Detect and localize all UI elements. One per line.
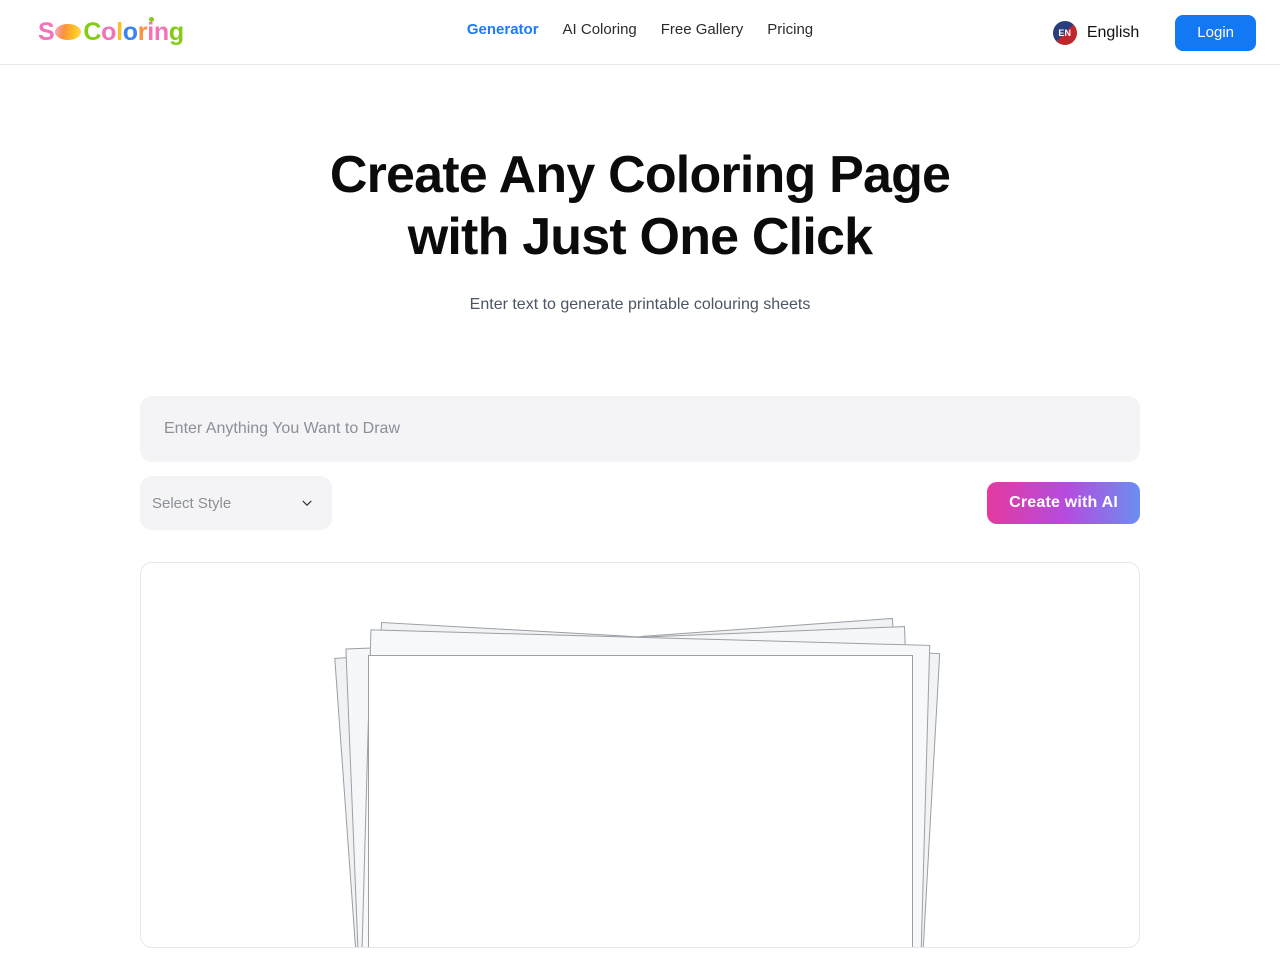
prompt-input[interactable]: [140, 396, 1140, 462]
header-actions: EN English Login: [1052, 0, 1256, 65]
nav-item-free-gallery[interactable]: Free Gallery: [649, 21, 756, 38]
chevron-down-icon: [300, 496, 314, 510]
generator-panel: Select Style Create with AI: [140, 314, 1140, 948]
paper-sheet-front: [368, 655, 913, 947]
nav-item-ai-coloring[interactable]: AI Coloring: [551, 21, 649, 38]
hero-section: Create Any Coloring Page with Just One C…: [0, 65, 1280, 314]
style-select-label: Select Style: [152, 494, 232, 512]
nav-item-pricing[interactable]: Pricing: [755, 21, 825, 38]
page-title: Create Any Coloring Page with Just One C…: [0, 144, 1280, 268]
page-title-line-2: with Just One Click: [407, 208, 873, 266]
page-title-line-1: Create Any Coloring Page: [329, 146, 951, 204]
preview-area[interactable]: [140, 562, 1140, 948]
language-label: English: [1086, 23, 1140, 41]
language-switcher[interactable]: EN English: [1052, 20, 1140, 45]
create-with-ai-button[interactable]: Create with AI: [987, 482, 1140, 524]
globe-flag-icon: EN: [1052, 20, 1077, 45]
generator-controls: Select Style Create with AI: [140, 476, 1140, 530]
page-subtitle: Enter text to generate printable colouri…: [469, 296, 811, 313]
paper-stack-icon: [240, 601, 1040, 947]
nav-item-generator[interactable]: Generator: [455, 21, 551, 38]
site-header: S C o l o r i n g Generator AI Coloring …: [0, 0, 1280, 65]
login-button[interactable]: Login: [1175, 14, 1256, 51]
style-select[interactable]: Select Style: [140, 476, 332, 530]
